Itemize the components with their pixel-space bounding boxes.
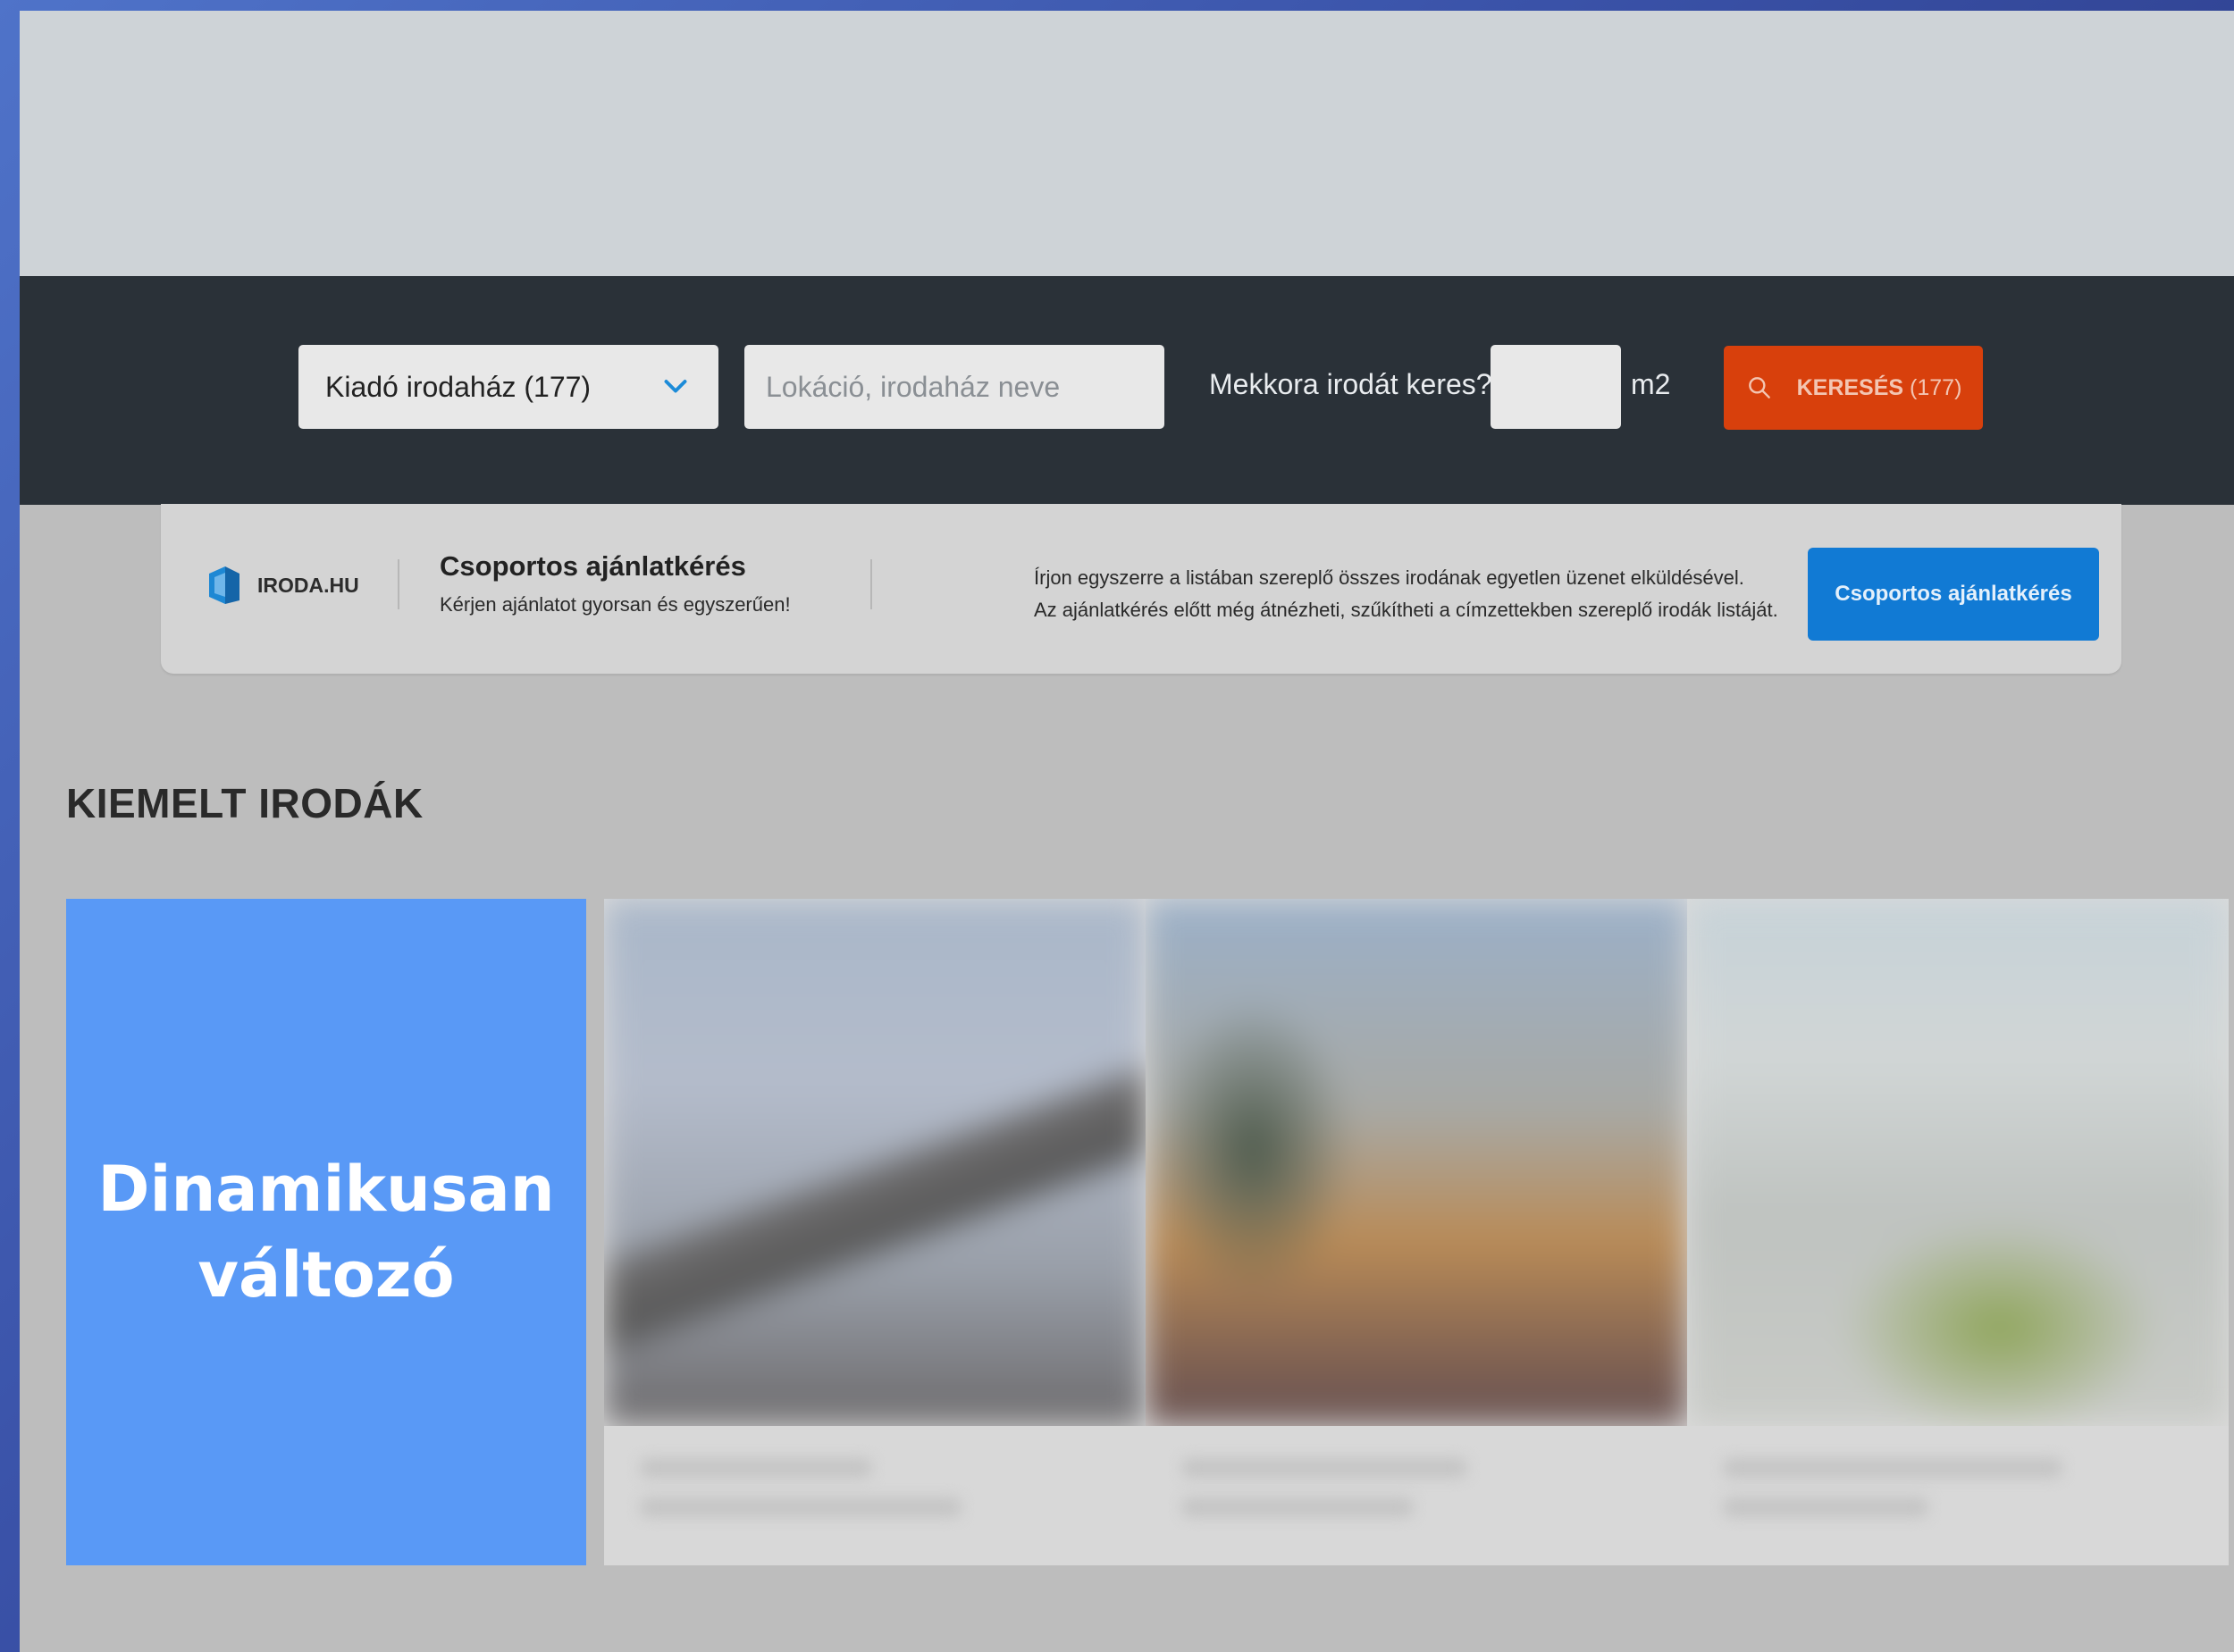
featured-cards bbox=[604, 899, 2229, 1565]
featured-office-card[interactable] bbox=[604, 899, 1146, 1565]
card-caption bbox=[1146, 1426, 1687, 1565]
divider bbox=[398, 559, 399, 609]
featured-section-title: KIEMELT IRODÁK bbox=[66, 780, 424, 826]
card-caption bbox=[1687, 1426, 2229, 1565]
divider bbox=[870, 559, 872, 609]
office-photo bbox=[604, 899, 1146, 1426]
search-bar: Kiadó irodaház (177) Mekkora irodát kere… bbox=[20, 276, 2234, 505]
group-quote-button[interactable]: Csoportos ajánlatkérés bbox=[1808, 548, 2099, 641]
header-band bbox=[20, 11, 2234, 276]
dynamic-label: Dinamikusan változó bbox=[97, 1153, 555, 1312]
promo-title: Csoportos ajánlatkérés bbox=[440, 550, 746, 582]
page: Kiadó irodaház (177) Mekkora irodát kere… bbox=[20, 11, 2234, 1652]
chevron-down-icon bbox=[664, 380, 687, 393]
property-type-select[interactable]: Kiadó irodaház (177) bbox=[298, 345, 718, 429]
size-question-label: Mekkora irodát keres? bbox=[1209, 368, 1492, 400]
size-unit-label: m2 bbox=[1631, 368, 1671, 400]
promo-description-line-2: Az ajánlatkérés előtt még átnézheti, szű… bbox=[1034, 599, 1778, 621]
group-quote-banner: IRODA.HU Csoportos ajánlatkérés Kérjen a… bbox=[161, 504, 2121, 674]
office-photo bbox=[1687, 899, 2229, 1426]
iroda-logo-text: IRODA.HU bbox=[257, 573, 359, 597]
card-caption bbox=[604, 1426, 1146, 1565]
iroda-logo[interactable]: IRODA.HU bbox=[206, 561, 359, 609]
promo-subtitle: Kérjen ajánlatot gyorsan és egyszerűen! bbox=[440, 593, 791, 616]
office-photo bbox=[1146, 899, 1687, 1426]
size-input[interactable] bbox=[1491, 345, 1621, 429]
promo-description-line-1: Írjon egyszerre a listában szereplő össz… bbox=[1034, 566, 1744, 589]
dynamic-placeholder: Dinamikusan változó bbox=[66, 899, 586, 1565]
search-button-label: KERESÉS bbox=[1796, 374, 1904, 400]
search-button[interactable]: KERESÉS (177) bbox=[1724, 346, 1983, 430]
property-type-value: Kiadó irodaház (177) bbox=[325, 370, 592, 403]
featured-office-card[interactable] bbox=[1146, 899, 1687, 1565]
search-button-count: (177) bbox=[1910, 374, 1962, 400]
search-icon bbox=[1748, 377, 1770, 398]
location-input[interactable] bbox=[744, 345, 1164, 429]
iroda-logo-icon bbox=[209, 566, 239, 604]
featured-office-card[interactable] bbox=[1687, 899, 2229, 1565]
